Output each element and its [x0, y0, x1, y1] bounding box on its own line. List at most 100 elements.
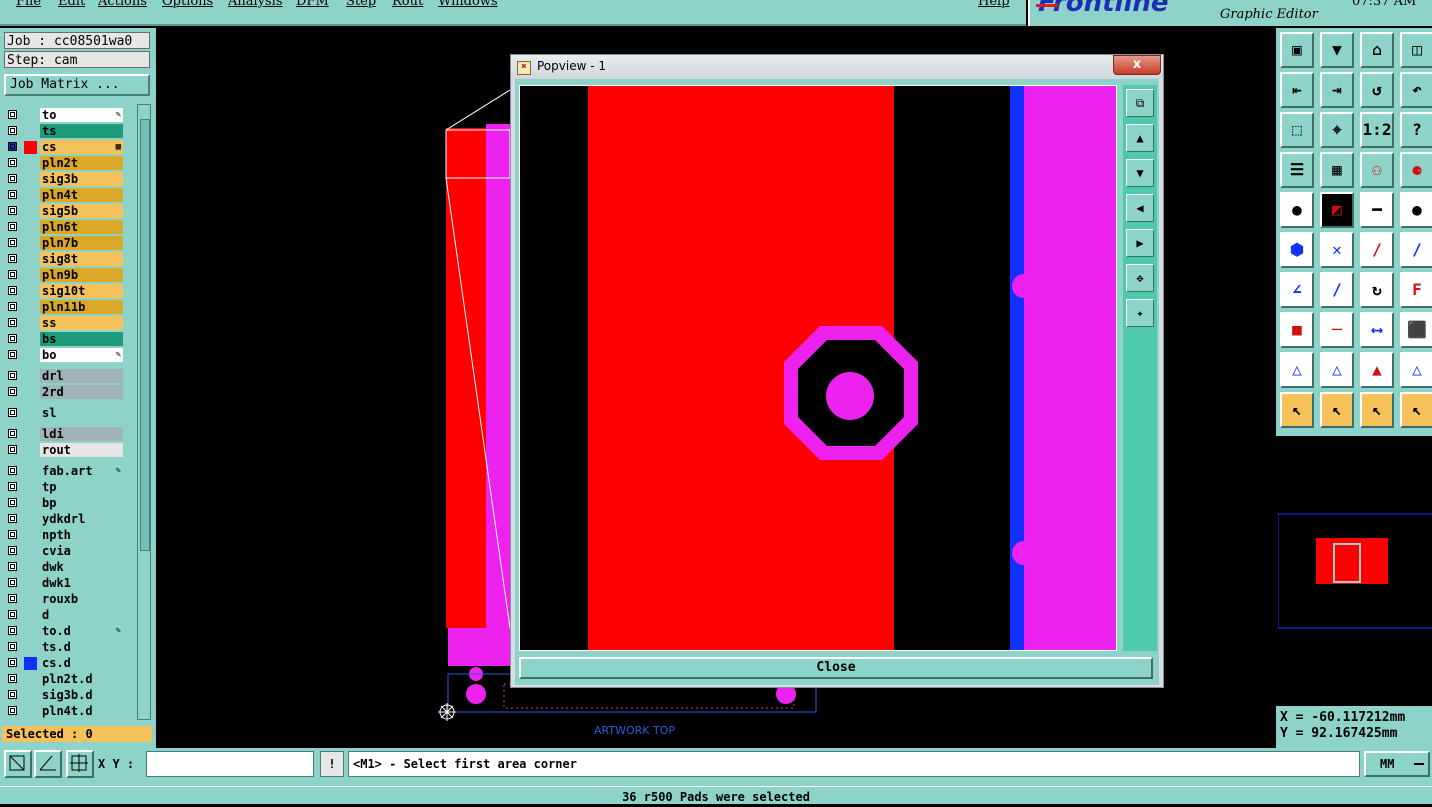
- layer-row-bo[interactable]: bo ✎: [4, 348, 126, 363]
- layer-name[interactable]: pln2t.d: [40, 672, 123, 686]
- job-matrix-button[interactable]: Job Matrix ...: [4, 74, 150, 96]
- layer-name[interactable]: ldi: [40, 427, 123, 441]
- layer-row-ss[interactable]: ss: [4, 316, 126, 331]
- layer-name[interactable]: pln4t.d: [40, 704, 123, 718]
- prev-view-icon[interactable]: ⇤: [1280, 72, 1314, 108]
- layer-checkbox[interactable]: [8, 530, 17, 539]
- layer-row-fab-art[interactable]: fab.art ✎: [4, 464, 126, 479]
- arc-node-icon[interactable]: ∕: [1400, 232, 1432, 268]
- layer-name[interactable]: d: [40, 608, 123, 622]
- layer-checkbox[interactable]: [8, 498, 17, 507]
- layer-checkbox[interactable]: [8, 674, 17, 683]
- home-icon[interactable]: ⌂: [1360, 32, 1394, 68]
- layer-name[interactable]: pln4t: [40, 188, 123, 202]
- layer-row-to-d[interactable]: to.d ✎: [4, 624, 126, 639]
- layer-name[interactable]: sig8t: [40, 252, 123, 266]
- layer-row-sig3b[interactable]: sig3b: [4, 172, 126, 187]
- menu-analysis[interactable]: Analysis: [228, 0, 283, 9]
- layer-checkbox[interactable]: [8, 350, 17, 359]
- pad-icon[interactable]: ●: [1280, 192, 1314, 228]
- cross-icon[interactable]: ✕: [1320, 232, 1354, 268]
- layer-row-d[interactable]: d: [4, 608, 126, 623]
- layer-row-pln11b[interactable]: pln11b: [4, 300, 126, 315]
- layer-name[interactable]: dwk: [40, 560, 123, 574]
- layer-row-dwk[interactable]: dwk: [4, 560, 126, 575]
- select-box-icon[interactable]: ↖: [1320, 392, 1354, 428]
- layer-checkbox[interactable]: [8, 626, 17, 635]
- layer-checkbox[interactable]: [8, 302, 17, 311]
- layer-row-pln6t[interactable]: pln6t: [4, 220, 126, 235]
- layer-checkbox[interactable]: [8, 706, 17, 715]
- layer-row-pln2t-d[interactable]: pln2t.d: [4, 672, 126, 687]
- layer-checkbox[interactable]: [8, 174, 17, 183]
- next-view-icon[interactable]: ⇥: [1320, 72, 1354, 108]
- text-icon[interactable]: F: [1400, 272, 1432, 308]
- layer-row-ydkdrl[interactable]: ydkdrl: [4, 512, 126, 527]
- layer-checkbox[interactable]: [8, 334, 17, 343]
- angle-line-icon[interactable]: ∠: [1280, 272, 1314, 308]
- ruler-icon[interactable]: ━: [1360, 192, 1394, 228]
- layer-name[interactable]: fab.art ✎: [40, 464, 123, 478]
- layer-row-tp[interactable]: tp: [4, 480, 126, 495]
- diagonal-line-icon[interactable]: ∕: [1320, 272, 1354, 308]
- layer-row-pln4t[interactable]: pln4t: [4, 188, 126, 203]
- layer-row-bs[interactable]: bs: [4, 332, 126, 347]
- layer-checkbox[interactable]: [8, 286, 17, 295]
- scale-1-2-icon[interactable]: 1:2: [1360, 112, 1394, 148]
- zoom-fit-icon[interactable]: ⧉: [1126, 89, 1154, 117]
- layer-row-2rd[interactable]: 2rd: [4, 385, 126, 400]
- layer-name[interactable]: npth: [40, 528, 123, 542]
- layer-name[interactable]: dwk1: [40, 576, 123, 590]
- layer-checkbox[interactable]: [8, 387, 17, 396]
- layer-row-drl[interactable]: drl: [4, 369, 126, 384]
- layer-checkbox[interactable]: [8, 408, 17, 417]
- menu-options[interactable]: Options: [162, 0, 213, 9]
- layer-name[interactable]: bp: [40, 496, 123, 510]
- connect-icon[interactable]: ⬢: [1280, 232, 1314, 268]
- menu-file[interactable]: File: [16, 0, 41, 9]
- layer-row-pln9b[interactable]: pln9b: [4, 268, 126, 283]
- grid-icon[interactable]: [66, 750, 94, 778]
- layer-checkbox[interactable]: [8, 206, 17, 215]
- layer-row-ts-d[interactable]: ts.d: [4, 640, 126, 655]
- rotate-icon[interactable]: ↻: [1360, 272, 1394, 308]
- layer-checkbox[interactable]: [8, 514, 17, 523]
- layer-name[interactable]: pln6t: [40, 220, 123, 234]
- menu-rout[interactable]: Rout: [392, 0, 423, 9]
- layer-name[interactable]: bs: [40, 332, 123, 346]
- layer-name[interactable]: cvia: [40, 544, 123, 558]
- layer-checkbox[interactable]: [8, 142, 17, 151]
- layer-name[interactable]: sig5b: [40, 204, 123, 218]
- layer-checkbox[interactable]: [8, 546, 17, 555]
- layer-row-bp[interactable]: bp: [4, 496, 126, 511]
- layer-row-sl[interactable]: sl: [4, 406, 126, 421]
- layer-checkbox[interactable]: [8, 222, 17, 231]
- layer-name[interactable]: sig3b.d: [40, 688, 123, 702]
- layer-row-sig10t[interactable]: sig10t: [4, 284, 126, 299]
- layer-row-dwk1[interactable]: dwk1: [4, 576, 126, 591]
- layer-row-pln2t[interactable]: pln2t: [4, 156, 126, 171]
- layer-checkbox[interactable]: [8, 318, 17, 327]
- net-highlight-icon[interactable]: ⚈: [1400, 152, 1432, 188]
- close-icon[interactable]: x: [1113, 55, 1161, 75]
- alert-button[interactable]: !: [320, 751, 344, 777]
- snapshot-icon[interactable]: ▣: [1280, 32, 1314, 68]
- menu-actions[interactable]: Actions: [98, 0, 147, 9]
- zoom-out-icon[interactable]: ✦: [1126, 299, 1154, 327]
- menu-step[interactable]: Step: [346, 0, 376, 9]
- layer-name[interactable]: ts.d: [40, 640, 123, 654]
- layer-row-sig3b-d[interactable]: sig3b.d: [4, 688, 126, 703]
- layer-row-npth[interactable]: npth: [4, 528, 126, 543]
- layer-checkbox[interactable]: [8, 594, 17, 603]
- menu-edit[interactable]: Edit: [58, 0, 85, 9]
- units-select[interactable]: MM: [1364, 751, 1430, 777]
- zoom-fit-icon[interactable]: ⬚: [1280, 112, 1314, 148]
- pan-left-icon[interactable]: ◀: [1126, 194, 1154, 222]
- scroll-thumb[interactable]: [140, 119, 150, 551]
- layer-name[interactable]: pln11b: [40, 300, 123, 314]
- layer-name[interactable]: ss: [40, 316, 123, 330]
- help-icon[interactable]: ?: [1400, 112, 1432, 148]
- layer-row-cs-d[interactable]: cs.d: [4, 656, 126, 671]
- window-icon[interactable]: ◫: [1400, 32, 1432, 68]
- triangle-up-icon[interactable]: ▲: [1360, 352, 1394, 388]
